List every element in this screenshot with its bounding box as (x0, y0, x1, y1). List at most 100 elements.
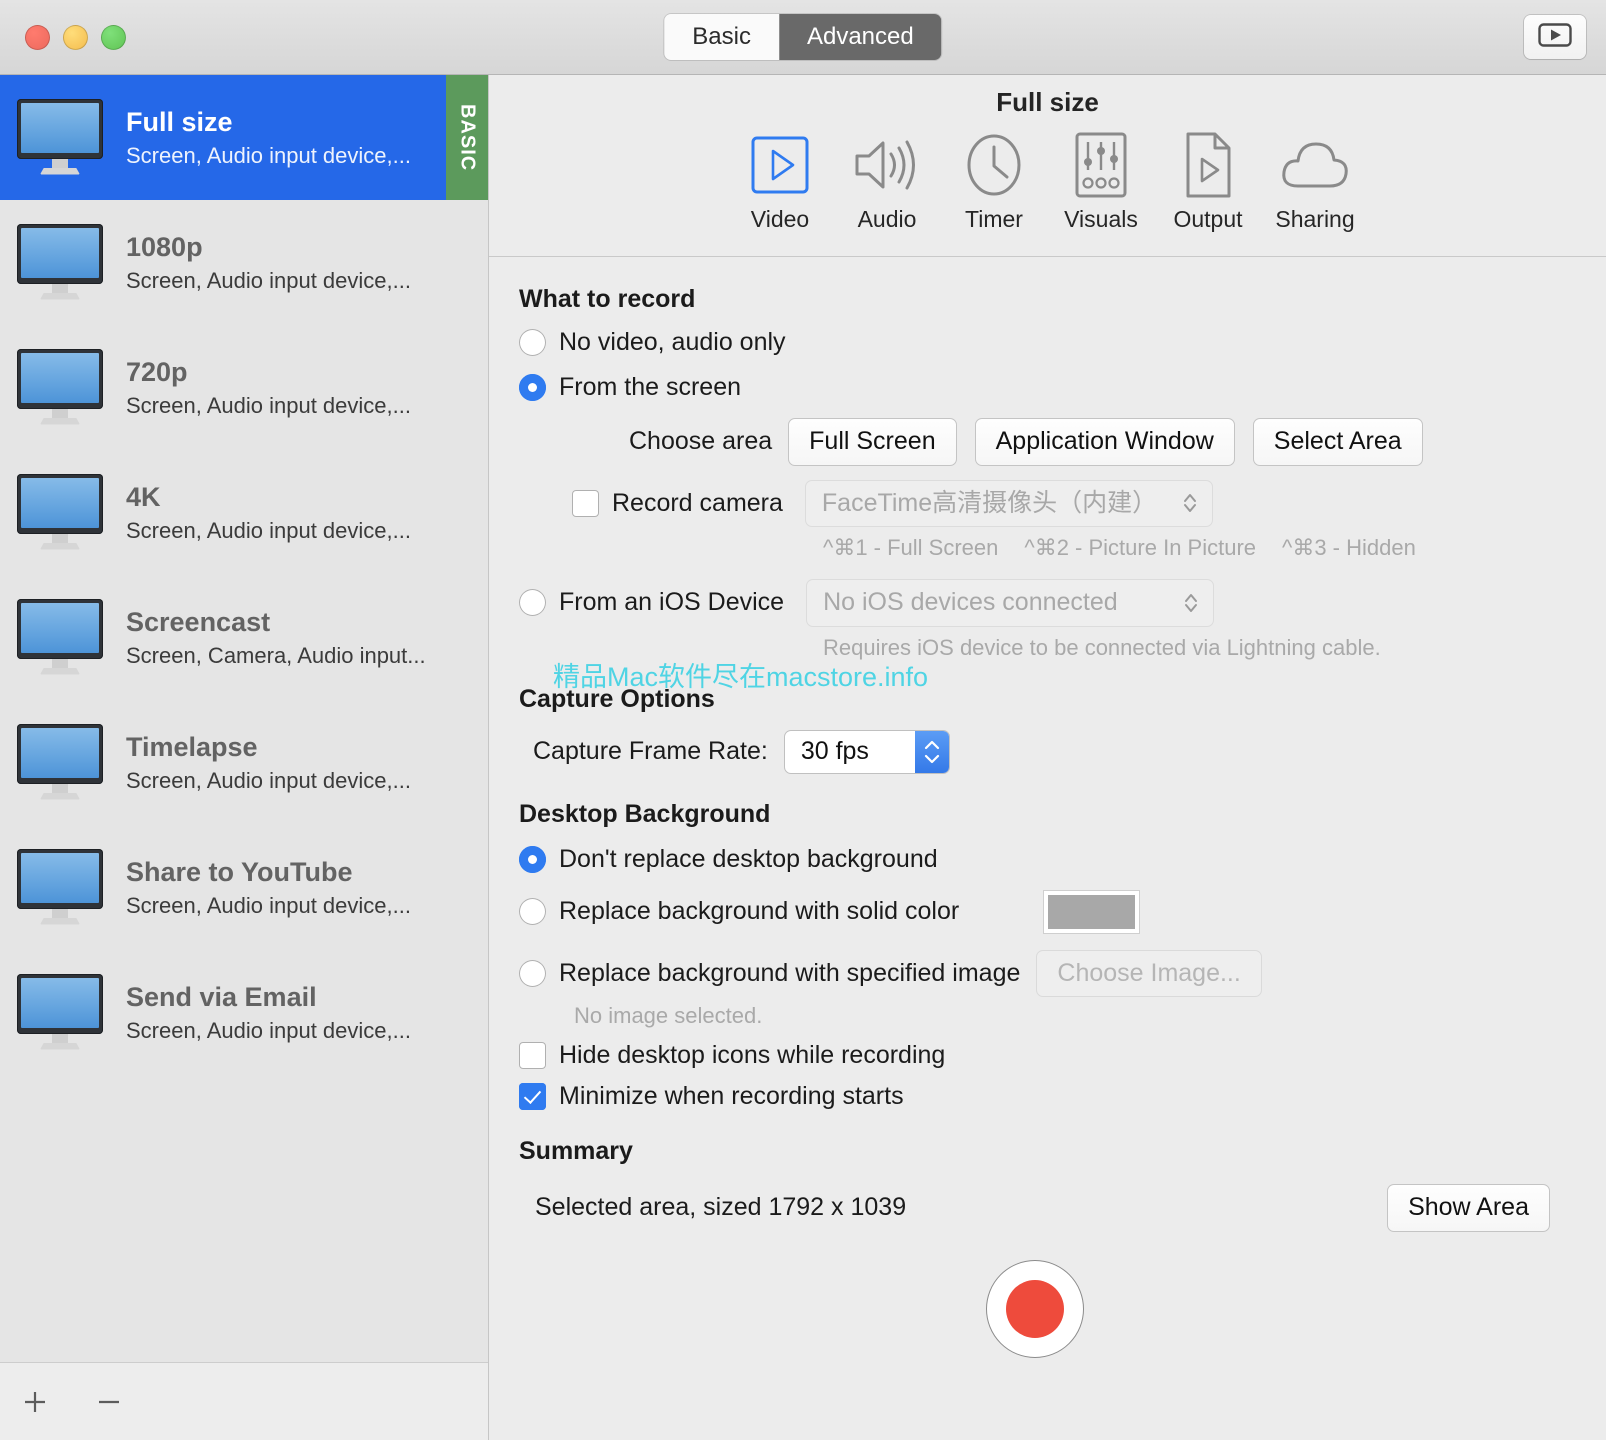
radio-row-from-screen[interactable]: From the screen (519, 373, 1550, 402)
camera-shortcuts-row: ^⌘1 - Full Screen ^⌘2 - Picture In Pictu… (519, 535, 1550, 561)
presets-list: Full size Screen, Audio input device,...… (0, 75, 488, 1362)
toolbar-item-timer[interactable]: Timer (941, 132, 1048, 233)
preset-row-1080p[interactable]: 1080p Screen, Audio input device,... (0, 200, 488, 325)
preset-badge-basic: BASIC (446, 75, 488, 200)
radio-replace-with-image[interactable] (519, 959, 546, 987)
radio-label: Don't replace desktop background (559, 844, 938, 873)
application-window-button[interactable]: Application Window (974, 418, 1235, 466)
camera-device-select[interactable]: FaceTime高清摄像头（内建） (804, 479, 1213, 527)
document-play-icon (1182, 132, 1234, 198)
toolbar-item-visuals[interactable]: Visuals (1048, 132, 1155, 233)
radio-dont-replace-background[interactable] (519, 845, 546, 873)
ios-device-hint: Requires iOS device to be connected via … (823, 634, 1381, 660)
tab-advanced[interactable]: Advanced (778, 14, 942, 60)
add-preset-button[interactable] (18, 1385, 52, 1419)
preset-title: Share to YouTube (126, 857, 353, 888)
radio-no-video-audio-only[interactable] (519, 329, 546, 356)
preset-subtitle: Screen, Audio input device,... (126, 517, 411, 543)
toolbar-label: Output (1173, 206, 1243, 232)
chevron-updown-icon (1182, 491, 1198, 515)
ios-hint-row: Requires iOS device to be connected via … (519, 635, 1550, 661)
toolbar-item-sharing[interactable]: Sharing (1262, 132, 1369, 233)
video-play-icon (1538, 22, 1572, 52)
monitor-icon (14, 347, 106, 429)
radio-label: Replace background with specified image (559, 958, 1021, 987)
choose-image-button[interactable]: Choose Image... (1036, 949, 1262, 997)
checkbox-row-hide-icons[interactable]: Hide desktop icons while recording (519, 1041, 1550, 1070)
preset-title: Send via Email (126, 982, 317, 1013)
mode-segmented-control[interactable]: Basic Advanced (664, 14, 942, 60)
preset-title: 4K (126, 482, 161, 513)
presets-sidebar: Full size Screen, Audio input device,...… (0, 75, 489, 1440)
radio-from-the-screen[interactable] (519, 374, 546, 401)
title-bar: Basic Advanced (0, 0, 1606, 75)
preset-title: 720p (126, 357, 188, 388)
checkbox-row-minimize[interactable]: Minimize when recording starts (519, 1082, 1550, 1111)
stepper-arrows-icon[interactable] (914, 730, 949, 773)
page-title: Full size (996, 87, 1099, 117)
toolbar-label: Video (750, 206, 810, 232)
window-body: Full size Screen, Audio input device,...… (0, 75, 1606, 1440)
tab-basic[interactable]: Basic (664, 14, 779, 60)
preset-subtitle: Screen, Audio input device,... (126, 1017, 411, 1043)
no-image-selected-text: No image selected. (574, 1003, 763, 1028)
select-area-button[interactable]: Select Area (1252, 418, 1423, 466)
cloud-icon (1278, 132, 1352, 198)
monitor-icon (14, 847, 106, 929)
preset-row-share-to-youtube[interactable]: Share to YouTube Screen, Audio input dev… (0, 825, 488, 950)
frame-rate-stepper[interactable]: 30 fps (783, 729, 950, 774)
shortcut-hidden: ^⌘3 - Hidden (1282, 535, 1416, 560)
radio-replace-with-solid-color[interactable] (519, 898, 546, 925)
radio-from-ios-device[interactable] (519, 589, 546, 617)
checkbox-label: Hide desktop icons while recording (559, 1041, 946, 1069)
record-button[interactable] (985, 1259, 1084, 1358)
toolbar-label: Timer (965, 206, 1023, 232)
preset-subtitle: Screen, Audio input device,... (126, 392, 411, 418)
video-play-icon (748, 132, 812, 198)
preset-title: Timelapse (126, 732, 258, 763)
record-button-wrap (519, 1259, 1550, 1358)
full-screen-button[interactable]: Full Screen (788, 418, 957, 466)
sliders-icon (1073, 132, 1129, 198)
checkbox-record-camera[interactable] (572, 489, 599, 517)
record-camera-label: Record camera (612, 488, 783, 517)
preset-title: 1080p (126, 232, 203, 263)
toolbar-item-audio[interactable]: Audio (834, 132, 941, 233)
maximize-button[interactable] (101, 24, 126, 50)
section-heading-summary: Summary (519, 1137, 633, 1165)
minimize-button[interactable] (63, 24, 88, 50)
section-heading-what-to-record: What to record (519, 285, 696, 313)
window-controls (25, 24, 126, 50)
remove-preset-button[interactable] (92, 1385, 126, 1419)
monitor-icon (14, 97, 106, 179)
radio-row-dont-replace[interactable]: Don't replace desktop background (519, 845, 1550, 874)
app-window: Basic Advanced Full size Screen, Audio i… (0, 0, 1606, 1440)
preset-row-timelapse[interactable]: Timelapse Screen, Audio input device,... (0, 700, 488, 825)
preview-play-button[interactable] (1524, 15, 1586, 59)
frame-rate-row: Capture Frame Rate: 30 fps (519, 729, 1550, 774)
preset-row-720p[interactable]: 720p Screen, Audio input device,... (0, 325, 488, 450)
preset-row-4k[interactable]: 4K Screen, Audio input device,... (0, 450, 488, 575)
preset-subtitle: Screen, Camera, Audio input... (126, 642, 426, 668)
monitor-icon (14, 722, 106, 804)
ios-device-select[interactable]: No iOS devices connected (806, 579, 1215, 627)
preset-row-screencast[interactable]: Screencast Screen, Camera, Audio input..… (0, 575, 488, 700)
toolbar-label: Sharing (1275, 206, 1355, 232)
preset-row-send-via-email[interactable]: Send via Email Screen, Audio input devic… (0, 950, 488, 1075)
solid-color-swatch[interactable] (1043, 889, 1141, 934)
toolbar-item-video[interactable]: Video (727, 132, 834, 233)
chevron-updown-icon (1183, 591, 1199, 615)
show-area-button[interactable]: Show Area (1387, 1184, 1550, 1232)
preset-subtitle: Screen, Audio input device,... (126, 142, 411, 168)
radio-row-audio-only[interactable]: No video, audio only (519, 328, 1550, 357)
monitor-icon (14, 472, 106, 554)
checkbox-minimize-when-recording[interactable] (519, 1083, 546, 1110)
preset-row-full-size[interactable]: Full size Screen, Audio input device,...… (0, 75, 488, 200)
preset-title: Screencast (126, 607, 271, 638)
toolbar-label: Visuals (1064, 206, 1138, 232)
checkbox-hide-desktop-icons[interactable] (519, 1042, 546, 1069)
ios-device-value: No iOS devices connected (823, 588, 1118, 616)
close-button[interactable] (25, 24, 50, 50)
main-panel: Full size Video Audio Timer Visuals Outp… (489, 75, 1606, 1440)
toolbar-item-output[interactable]: Output (1155, 132, 1262, 233)
